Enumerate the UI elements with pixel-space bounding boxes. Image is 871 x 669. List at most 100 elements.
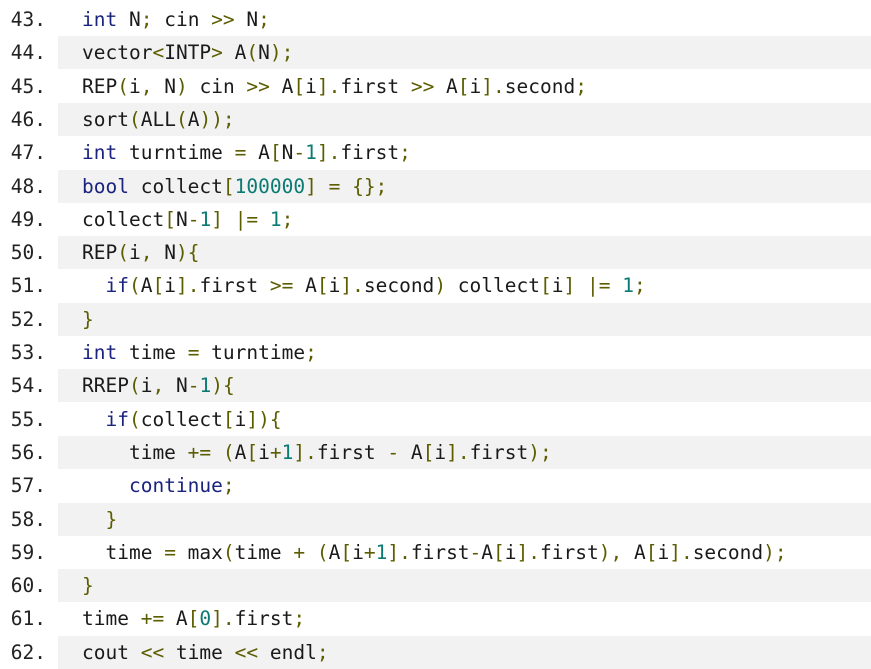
code-text: bool collect[100000] = {}; xyxy=(58,175,387,198)
code-token: N xyxy=(234,8,259,31)
code-token: 1 xyxy=(199,374,212,398)
code-token: N xyxy=(281,141,294,165)
code-token: endl xyxy=(258,640,317,664)
code-token: first xyxy=(540,540,599,564)
code-token: ; xyxy=(316,640,329,664)
code-token: first xyxy=(469,440,529,464)
code-token: ]. xyxy=(669,540,693,564)
code-text: sort(ALL(A)); xyxy=(58,108,235,131)
code-token: - xyxy=(293,141,306,165)
code-token: ; xyxy=(258,8,270,31)
code-token: ( xyxy=(128,374,141,398)
code-token: )); xyxy=(199,107,235,131)
code-token: ){ xyxy=(175,241,200,265)
code-token: } xyxy=(82,574,94,598)
code-token: = xyxy=(187,341,200,364)
code-view: 43. int N; cin >> N; 44. vector<INTP> A(N);… xyxy=(0,0,871,669)
code-token: sort xyxy=(82,107,129,131)
code-token: N xyxy=(164,374,188,398)
code-line: 44. vector<INTP> A(N); xyxy=(0,36,871,70)
code-text: vector<INTP> A(N); xyxy=(58,41,293,64)
code-token: 100000 xyxy=(234,174,306,198)
code-token: if xyxy=(105,407,129,431)
code-token: = xyxy=(234,141,247,165)
code-token: N xyxy=(152,241,176,265)
code-token: ALL xyxy=(140,107,176,131)
code-token: [ xyxy=(645,540,658,564)
line-number: 47. xyxy=(0,136,58,170)
code-token: - xyxy=(187,207,200,231)
code-token: ] xyxy=(563,274,576,298)
code-text: if(A[i].first >= A[i].second) collect[i]… xyxy=(58,274,646,298)
code-line: 48. bool collect[100000] = {}; xyxy=(0,169,871,203)
code-line: 51. if(A[i].first >= A[i].second) collec… xyxy=(0,269,871,303)
code-token: ); xyxy=(528,440,552,464)
code-token: time xyxy=(164,640,235,664)
code-token: ]. xyxy=(340,274,364,298)
code-token: ; xyxy=(281,207,294,231)
code-token: ; xyxy=(633,274,646,298)
code-token: ]. xyxy=(481,74,505,98)
code-text: } xyxy=(58,508,117,531)
code-token: cin xyxy=(152,8,212,31)
code-token: N xyxy=(175,207,188,231)
code-text: time += (A[i+1].first - A[i].first); xyxy=(58,441,552,464)
code-token: A xyxy=(399,440,423,464)
code-token: [ xyxy=(222,407,235,431)
code-token: i xyxy=(352,540,364,564)
code-token: REP xyxy=(82,74,118,98)
code-line: 60.} xyxy=(0,569,871,603)
code-text: int N; cin >> N; xyxy=(58,8,270,31)
code-token: first xyxy=(410,540,470,564)
code-token: ( xyxy=(246,41,259,65)
code-token: >= xyxy=(269,274,294,298)
code-line: 54. RREP(i, N-1){ xyxy=(0,369,871,403)
code-token: second xyxy=(692,540,764,564)
code-token: collect xyxy=(82,207,165,231)
line-number: 55. xyxy=(0,402,58,436)
code-text: cout << time << endl; xyxy=(58,641,329,664)
code-token: [ xyxy=(152,274,165,298)
code-token: << xyxy=(140,640,165,664)
code-token: A xyxy=(622,540,646,564)
code-text: int time = turntime; xyxy=(58,341,317,364)
code-token: ) xyxy=(175,74,188,98)
code-token: ( xyxy=(128,407,141,431)
code-text: RREP(i, N-1){ xyxy=(58,374,235,397)
line-number: 49. xyxy=(0,202,58,236)
code-token: [ xyxy=(246,440,259,464)
line-number: 54. xyxy=(0,369,58,403)
code-token: [ xyxy=(187,607,200,631)
code-token: i xyxy=(551,274,564,298)
code-token: i xyxy=(434,440,447,464)
code-token: [ xyxy=(422,440,435,464)
code-token: ; xyxy=(575,74,587,98)
code-token: += xyxy=(187,440,212,464)
code-token: bool xyxy=(82,174,129,198)
code-token: ; xyxy=(293,607,306,631)
code-line: 46. sort(ALL(A)); xyxy=(0,102,871,136)
code-token: ; xyxy=(399,141,411,165)
code-token: first xyxy=(199,274,270,298)
code-token: ( xyxy=(128,274,141,298)
code-token: INTP xyxy=(164,41,212,65)
code-text: } xyxy=(58,308,94,331)
code-token: ( xyxy=(316,540,329,564)
code-token: + xyxy=(293,540,306,564)
code-token: ]. xyxy=(446,440,470,464)
code-token: [ xyxy=(269,141,282,165)
code-token: second xyxy=(504,74,576,98)
code-line: 58. } xyxy=(0,502,871,536)
code-token: A xyxy=(434,74,458,98)
code-line: 43. int N; cin >> N; xyxy=(0,3,871,36)
code-token: ]. xyxy=(387,540,411,564)
code-token: REP xyxy=(82,241,118,265)
code-token: time xyxy=(117,341,188,364)
code-token: ; xyxy=(140,8,153,31)
code-token: ]. xyxy=(211,607,235,631)
line-number: 44. xyxy=(0,36,58,70)
code-line: 52.} xyxy=(0,302,871,336)
